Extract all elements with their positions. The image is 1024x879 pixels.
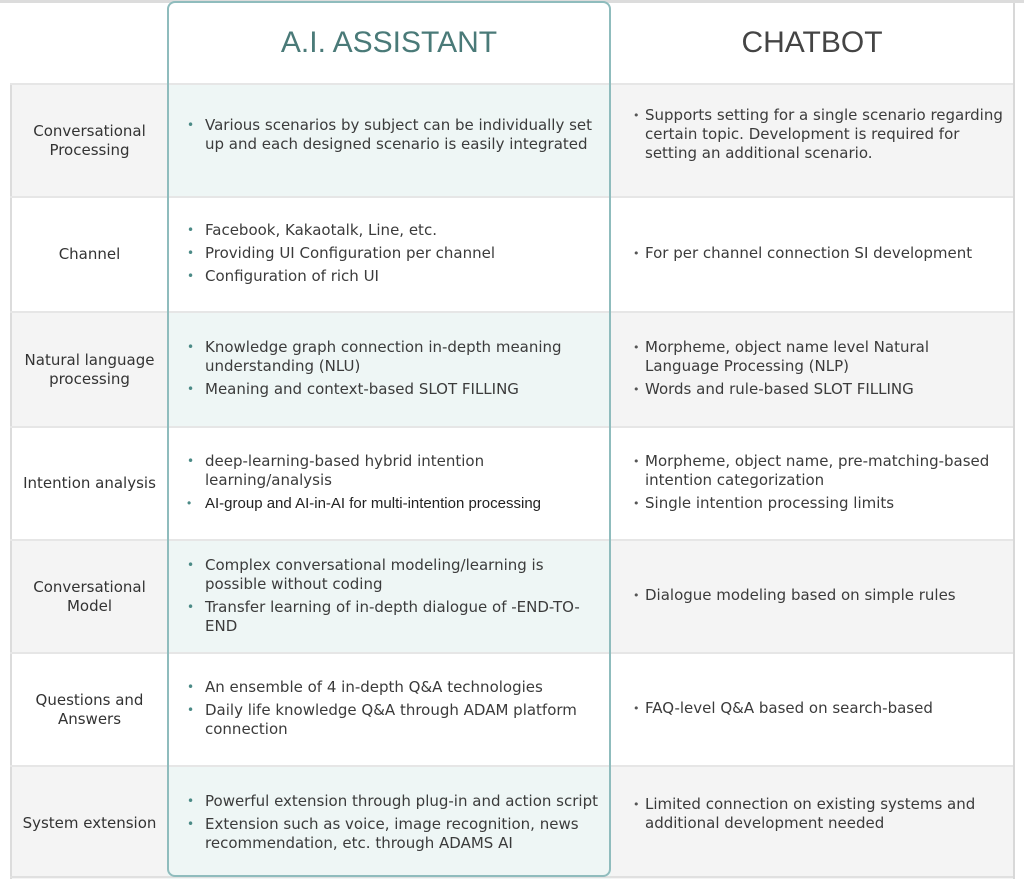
table-header: A.I. ASSISTANT CHATBOT xyxy=(10,3,1013,83)
ai-bullet: Complex conversational modeling/learning… xyxy=(185,556,601,594)
chatbot-bullet: Morpheme, object name, pre-matching-base… xyxy=(633,452,1005,490)
ai-cell: An ensemble of 4 in-depth Q&A technologi… xyxy=(167,654,611,765)
ai-bullet: Providing UI Configuration per channel xyxy=(185,244,495,263)
chatbot-bullet: Supports setting for a single scenario r… xyxy=(633,106,1005,163)
chatbot-bullet: Single intention processing limits xyxy=(633,494,1005,513)
chatbot-bullet: For per channel connection SI developmen… xyxy=(633,244,972,263)
chatbot-bullet: FAQ-level Q&A based on search-based xyxy=(633,699,933,718)
ai-bullet: Powerful extension through plug-in and a… xyxy=(185,792,601,811)
table-row: Questions and Answers An ensemble of 4 i… xyxy=(10,652,1013,765)
chatbot-cell: Morpheme, object name, pre-matching-base… xyxy=(611,428,1013,539)
ai-cell: Facebook, Kakaotalk, Line, etc. Providin… xyxy=(167,198,611,311)
ai-bullet: Knowledge graph connection in-depth mean… xyxy=(185,338,601,376)
ai-assistant-heading: A.I. ASSISTANT xyxy=(280,26,498,59)
ai-bullet: deep-learning-based hybrid intention lea… xyxy=(185,452,601,490)
ai-bullet: Facebook, Kakaotalk, Line, etc. xyxy=(185,221,495,240)
chatbot-cell: For per channel connection SI developmen… xyxy=(611,198,1013,311)
ai-bullet: Transfer learning of in-depth dialogue o… xyxy=(185,598,601,636)
ai-cell: deep-learning-based hybrid intention lea… xyxy=(167,428,611,539)
table-row: Conversational Model Complex conversatio… xyxy=(10,539,1013,652)
comparison-table: A.I. ASSISTANT CHATBOT Conversational Pr… xyxy=(10,3,1015,879)
bottom-divider xyxy=(10,876,1013,878)
table-row: Natural language processing Knowledge gr… xyxy=(10,311,1013,426)
ai-bullet: Various scenarios by subject can be indi… xyxy=(185,116,601,154)
chatbot-heading: CHATBOT xyxy=(741,26,883,59)
ai-cell: Powerful extension through plug-in and a… xyxy=(167,767,611,879)
table-row: System extension Powerful extension thro… xyxy=(10,765,1013,879)
table-row: Channel Facebook, Kakaotalk, Line, etc. … xyxy=(10,196,1013,311)
row-label: Questions and Answers xyxy=(10,654,167,765)
row-label: Conversational Model xyxy=(10,541,167,652)
chatbot-cell: Morpheme, object name level Natural Lang… xyxy=(611,313,1013,426)
ai-bullet: Configuration of rich UI xyxy=(185,267,495,286)
row-label: Intention analysis xyxy=(10,428,167,539)
row-label: Conversational Processing xyxy=(10,85,167,196)
chatbot-bullet: Morpheme, object name level Natural Lang… xyxy=(633,338,1005,376)
ai-cell: Complex conversational modeling/learning… xyxy=(167,541,611,652)
ai-bullet: Daily life knowledge Q&A through ADAM pl… xyxy=(185,701,601,739)
ai-bullet: Extension such as voice, image recogniti… xyxy=(185,815,601,853)
chatbot-cell: Limited connection on existing systems a… xyxy=(611,767,1013,879)
row-label: System extension xyxy=(10,767,167,879)
table-row: Intention analysis deep-learning-based h… xyxy=(10,426,1013,539)
row-label: Channel xyxy=(10,198,167,311)
row-label: Natural language processing xyxy=(10,313,167,426)
chatbot-cell: FAQ-level Q&A based on search-based xyxy=(611,654,1013,765)
ai-cell: Knowledge graph connection in-depth mean… xyxy=(167,313,611,426)
ai-cell: Various scenarios by subject can be indi… xyxy=(167,85,611,196)
chatbot-cell: Supports setting for a single scenario r… xyxy=(611,85,1013,196)
chatbot-bullet: Words and rule-based SLOT FILLING xyxy=(633,380,1005,399)
chatbot-bullet: Limited connection on existing systems a… xyxy=(633,795,1005,833)
ai-bullet: An ensemble of 4 in-depth Q&A technologi… xyxy=(185,678,601,697)
ai-bullet: Meaning and context-based SLOT FILLING xyxy=(185,380,601,399)
chatbot-cell: Dialogue modeling based on simple rules xyxy=(611,541,1013,652)
table-row: Conversational Processing Various scenar… xyxy=(10,83,1013,196)
ai-bullet: AI-group and AI-in-AI for multi-intentio… xyxy=(185,494,601,513)
chatbot-bullet: Dialogue modeling based on simple rules xyxy=(633,586,956,605)
